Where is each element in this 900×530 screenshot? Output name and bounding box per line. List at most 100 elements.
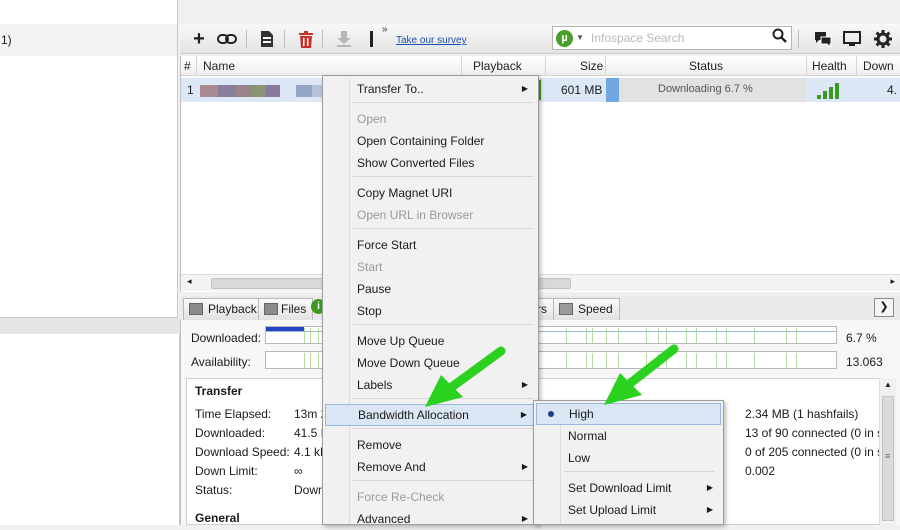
horizontal-scrollbar[interactable]: ◂ ▸ bbox=[181, 274, 900, 291]
sidebar-lower-panel bbox=[0, 334, 180, 525]
toolbar-separator bbox=[246, 30, 247, 48]
menu-item-open-containing-folder[interactable]: Open Containing Folder bbox=[325, 130, 536, 152]
menu-item-force-recheck[interactable]: Force Re-Check bbox=[325, 486, 536, 508]
collapse-panel-button[interactable]: ❯ bbox=[874, 298, 894, 317]
search-input[interactable] bbox=[589, 30, 769, 46]
remote-icon[interactable] bbox=[841, 28, 863, 50]
table-header: # Name Playback Size Status Health Down bbox=[181, 56, 900, 76]
menu-item-open[interactable]: Open bbox=[325, 108, 536, 130]
availability-mark bbox=[310, 353, 311, 368]
share-ratio-value: 0.002 bbox=[745, 464, 776, 478]
chevron-down-icon[interactable]: ▼ bbox=[576, 33, 584, 42]
peers-value: 0 of 205 connected (0 in s bbox=[745, 445, 884, 459]
search-icon[interactable] bbox=[772, 28, 787, 47]
toolbar-separator bbox=[322, 30, 323, 48]
search-box[interactable]: µ ▼ bbox=[552, 26, 792, 50]
menu-item-transfer-to[interactable]: Transfer To.. ▶ bbox=[325, 78, 536, 100]
wasted-value: 2.34 MB (1 hashfails) bbox=[745, 407, 859, 421]
status-label: Status: bbox=[195, 483, 233, 497]
table-row[interactable]: 1 601 MB Downloading 6.7 % 4. bbox=[181, 78, 900, 102]
column-header-health[interactable]: Health bbox=[812, 59, 847, 73]
annotation-arrow-icon bbox=[425, 346, 506, 407]
menu-item-copy-magnet-uri[interactable]: Copy Magnet URI bbox=[325, 182, 536, 204]
availability-mark bbox=[318, 353, 319, 368]
add-url-icon[interactable] bbox=[216, 28, 238, 50]
downloaded-mark bbox=[646, 328, 647, 343]
menu-item-label: Open Containing Folder bbox=[357, 134, 485, 148]
scroll-up-icon[interactable]: ▲ bbox=[884, 380, 892, 389]
downloaded-mark bbox=[318, 328, 319, 343]
chat-icon[interactable] bbox=[812, 28, 834, 50]
submenu-arrow-icon: ▶ bbox=[521, 380, 528, 389]
menu-item-label: Remove And bbox=[357, 460, 426, 474]
menu-item-start[interactable]: Start bbox=[325, 256, 536, 278]
sidebar-item-selected[interactable]: 1) bbox=[0, 24, 177, 56]
menu-item-open-url-in-browser[interactable]: Open URL in Browser bbox=[325, 204, 536, 226]
torrent-list: # Name Playback Size Status Health Down … bbox=[180, 56, 900, 292]
radio-selected-icon bbox=[548, 411, 554, 417]
availability-mark bbox=[786, 353, 787, 368]
remove-icon[interactable] bbox=[295, 28, 317, 50]
submenu-arrow-icon: ▶ bbox=[520, 410, 527, 419]
tab-files[interactable]: Files bbox=[258, 298, 314, 320]
menu-item-show-converted-files[interactable]: Show Converted Files bbox=[325, 152, 536, 174]
settings-icon[interactable] bbox=[872, 28, 894, 50]
row-status: Downloading 6.7 % bbox=[658, 83, 753, 95]
menu-item-label: Advanced bbox=[357, 512, 411, 526]
column-header-index[interactable]: # bbox=[184, 59, 191, 73]
submenu-item-label: Normal bbox=[568, 429, 607, 443]
column-header-size[interactable]: Size bbox=[580, 59, 603, 73]
downloaded-mark bbox=[716, 328, 717, 343]
column-divider bbox=[806, 56, 807, 76]
speed-tab-icon bbox=[559, 303, 573, 315]
download-icon[interactable] bbox=[333, 28, 355, 50]
survey-link[interactable]: Take our survey bbox=[396, 35, 467, 46]
submenu-item-normal[interactable]: Normal bbox=[536, 425, 721, 447]
availability-mark bbox=[726, 353, 727, 368]
availability-mark bbox=[686, 353, 687, 368]
submenu-arrow-icon: ▶ bbox=[706, 483, 713, 492]
menu-separator bbox=[353, 324, 533, 325]
vertical-scrollbar[interactable]: ▲ ≡ bbox=[879, 378, 896, 525]
submenu-item-set-upload-limit[interactable]: Set Upload Limit ▶ bbox=[536, 499, 721, 521]
row-down-speed: 4. bbox=[887, 83, 898, 97]
tab-speed[interactable]: Speed bbox=[553, 298, 620, 320]
availability-mark bbox=[696, 353, 697, 368]
menu-item-advanced[interactable]: Advanced ▶ bbox=[325, 508, 536, 530]
menu-item-remove[interactable]: Remove bbox=[325, 434, 536, 456]
downloaded-label: Downloaded: bbox=[191, 331, 262, 345]
downloaded-mark bbox=[686, 328, 687, 343]
downloaded-mark bbox=[606, 328, 607, 343]
overflow-chevron-icon[interactable]: » bbox=[382, 24, 388, 35]
column-divider bbox=[461, 56, 462, 76]
status-progress-fill bbox=[606, 78, 619, 102]
submenu-item-set-download-limit[interactable]: Set Download Limit ▶ bbox=[536, 477, 721, 499]
scrollbar-thumb[interactable]: ≡ bbox=[882, 396, 894, 521]
menu-separator bbox=[353, 228, 533, 229]
create-torrent-icon[interactable] bbox=[256, 28, 278, 50]
time-elapsed-label: Time Elapsed: bbox=[195, 407, 272, 421]
add-torrent-icon[interactable]: + bbox=[188, 28, 210, 50]
menu-item-label: Open URL in Browser bbox=[357, 208, 474, 222]
column-header-down[interactable]: Down bbox=[863, 59, 894, 73]
stop-icon[interactable] bbox=[361, 28, 383, 50]
menu-item-remove-and[interactable]: Remove And ▶ bbox=[325, 456, 536, 478]
column-header-name[interactable]: Name bbox=[203, 59, 235, 73]
scroll-right-icon[interactable]: ▸ bbox=[890, 276, 895, 287]
menu-item-force-start[interactable]: Force Start bbox=[325, 234, 536, 256]
scroll-left-icon[interactable]: ◂ bbox=[187, 276, 192, 287]
column-header-status[interactable]: Status bbox=[689, 59, 723, 73]
column-divider bbox=[545, 56, 546, 76]
health-bars-icon bbox=[817, 78, 847, 102]
utorrent-logo-icon[interactable]: µ bbox=[556, 30, 573, 47]
submenu-item-low[interactable]: Low bbox=[536, 447, 721, 469]
menu-separator bbox=[564, 471, 714, 472]
column-header-playback[interactable]: Playback bbox=[473, 59, 522, 73]
down-limit-value: ∞ bbox=[294, 464, 303, 478]
menu-item-label: Remove bbox=[357, 438, 402, 452]
menu-item-stop[interactable]: Stop bbox=[325, 300, 536, 322]
files-tab-icon bbox=[264, 303, 278, 315]
availability-mark bbox=[586, 353, 587, 368]
tab-playback[interactable]: Playback bbox=[183, 298, 264, 320]
menu-item-pause[interactable]: Pause bbox=[325, 278, 536, 300]
